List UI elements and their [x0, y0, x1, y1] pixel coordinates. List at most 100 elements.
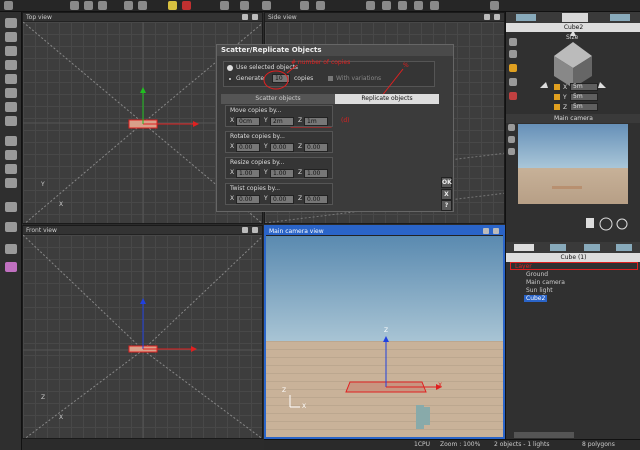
plant-tool-icon[interactable]	[5, 74, 17, 84]
preview-icon[interactable]	[240, 1, 249, 10]
open-file-icon[interactable]	[84, 1, 93, 10]
rotate-group: Rotate copies by... X 0.00 Y 0.00 Z 0.00	[225, 131, 333, 153]
zoom-icon[interactable]	[366, 1, 375, 10]
redo-icon[interactable]	[138, 1, 147, 10]
x-label: X	[230, 195, 235, 202]
twist-x-input[interactable]: 0.00	[236, 195, 260, 204]
cancel-button[interactable]: X	[441, 189, 452, 200]
text-tool-icon[interactable]	[5, 46, 17, 56]
size-x-label: X	[563, 84, 568, 91]
torus-tool-icon[interactable]	[5, 178, 17, 188]
tab-scatter-objects[interactable]: Scatter objects	[221, 94, 335, 104]
twist-label: Twist copies by...	[230, 185, 281, 192]
rotate-z-input[interactable]: 0.00	[304, 143, 328, 152]
move-label: Move copies by...	[230, 107, 282, 114]
size-z-label: Z	[563, 104, 568, 111]
tab-aspect-icon[interactable]	[516, 14, 536, 21]
material-tool-icon[interactable]	[5, 244, 17, 254]
new-file-icon[interactable]	[70, 1, 79, 10]
fit-view-icon[interactable]	[414, 1, 423, 10]
light-icon[interactable]	[168, 1, 177, 10]
annotation-copies: # number of copies	[291, 59, 351, 66]
resize-label: Resize copies by...	[230, 159, 285, 166]
tab-materials-icon[interactable]	[550, 244, 566, 251]
main-toolbar	[0, 0, 640, 12]
size-x-input[interactable]: 5m	[570, 83, 598, 91]
color-icon[interactable]	[182, 1, 191, 10]
keyframe-icon[interactable]	[316, 1, 325, 10]
cloud-tool-icon[interactable]	[5, 102, 17, 112]
axis-label-x: X	[59, 201, 64, 208]
tab-objects-icon[interactable]	[514, 244, 534, 251]
annotation-percent: %	[403, 62, 409, 69]
move-x-input[interactable]: 0cm	[236, 117, 260, 126]
animation-icon[interactable]	[300, 1, 309, 10]
grid-icon[interactable]	[430, 1, 439, 10]
axis-label-z: Z	[384, 327, 389, 334]
size-gizmo[interactable]	[506, 30, 640, 102]
sky-tool-icon[interactable]	[5, 202, 17, 212]
move-z-input[interactable]: 1m	[304, 117, 328, 126]
ok-button[interactable]: OK	[441, 177, 452, 188]
tree-item-layer[interactable]: Layer	[510, 262, 638, 270]
move-group: Move copies by... X 0cm Y 2m Z 1m	[225, 105, 333, 127]
size-z-lock-icon[interactable]	[554, 104, 560, 110]
tree-action-buttons[interactable]	[514, 432, 574, 438]
front-viewport[interactable]: Front view Z X	[22, 225, 263, 439]
tree-item-ground[interactable]: Ground	[526, 271, 548, 278]
size-y-input[interactable]: 5m	[570, 93, 598, 101]
tree-item-sun-light[interactable]: Sun light	[526, 287, 553, 294]
resize-z-input[interactable]: 1.00	[304, 169, 328, 178]
camera-icon[interactable]	[262, 1, 271, 10]
pan-icon[interactable]	[382, 1, 391, 10]
terrain-tool-icon[interactable]	[5, 60, 17, 70]
camera-preview	[518, 124, 628, 204]
resize-x-input[interactable]: 1.00	[236, 169, 260, 178]
twist-z-input[interactable]: 0.00	[304, 195, 328, 204]
rock-tool-icon[interactable]	[5, 88, 17, 98]
axis-label-z: Z	[41, 394, 46, 401]
tree-item-cube2[interactable]: Cube2	[524, 295, 548, 302]
resize-y-input[interactable]: 1.00	[270, 169, 294, 178]
twist-group: Twist copies by... X 0.00 Y 0.00 Z 0.00	[225, 183, 333, 205]
menu-icon[interactable]	[4, 1, 13, 10]
tab-library-icon[interactable]	[584, 244, 600, 251]
preview-option-icon[interactable]	[508, 124, 515, 131]
ecosystem-tool-icon[interactable]	[5, 222, 17, 232]
preview-option-icon[interactable]	[508, 148, 515, 155]
move-y-input[interactable]: 2m	[270, 117, 294, 126]
preview-option-icon[interactable]	[508, 136, 515, 143]
save-file-icon[interactable]	[98, 1, 107, 10]
y-label: Y	[264, 117, 268, 124]
cylinder-tool-icon[interactable]	[5, 150, 17, 160]
tab-animation-icon[interactable]	[610, 14, 630, 21]
cone-tool-icon[interactable]	[5, 164, 17, 174]
z-label: Z	[298, 117, 303, 124]
size-y-lock-icon[interactable]	[554, 94, 560, 100]
undo-icon[interactable]	[124, 1, 133, 10]
size-z-input[interactable]: 5m	[570, 103, 598, 111]
light-tool-icon[interactable]	[5, 136, 17, 146]
scatter-replicate-dialog: Scatter/Replicate Objects Use selected o…	[216, 44, 454, 212]
help-button[interactable]: ?	[441, 200, 452, 211]
render-icon[interactable]	[220, 1, 229, 10]
camera-navigation-controls[interactable]	[506, 210, 640, 240]
rotate-x-input[interactable]: 0.00	[236, 143, 260, 152]
water-tool-icon[interactable]	[5, 116, 17, 126]
sphere-tool-icon[interactable]	[5, 32, 17, 42]
tab-links-icon[interactable]	[616, 244, 632, 251]
tab-size-icon[interactable]	[562, 13, 588, 22]
settings-icon[interactable]	[490, 1, 499, 10]
camera-viewport[interactable]: Main camera view Z X Z X	[264, 225, 505, 439]
tree-item-main-camera[interactable]: Main camera	[526, 279, 565, 286]
cube-tool-icon[interactable]	[5, 18, 17, 28]
cpu-indicator: 1CPU	[414, 441, 431, 448]
twist-y-input[interactable]: 0.00	[270, 195, 294, 204]
resize-group: Resize copies by... X 1.00 Y 1.00 Z 1.00	[225, 157, 333, 179]
rotate-y-input[interactable]: 0.00	[270, 143, 294, 152]
size-x-lock-icon[interactable]	[554, 84, 560, 90]
rotate-view-icon[interactable]	[398, 1, 407, 10]
atmosphere-tool-icon[interactable]	[5, 262, 17, 272]
status-bar: 1CPU Zoom : 100% 2 objects - 1 lights 8 …	[264, 439, 640, 450]
tab-replicate-objects[interactable]: Replicate objects	[335, 94, 439, 104]
